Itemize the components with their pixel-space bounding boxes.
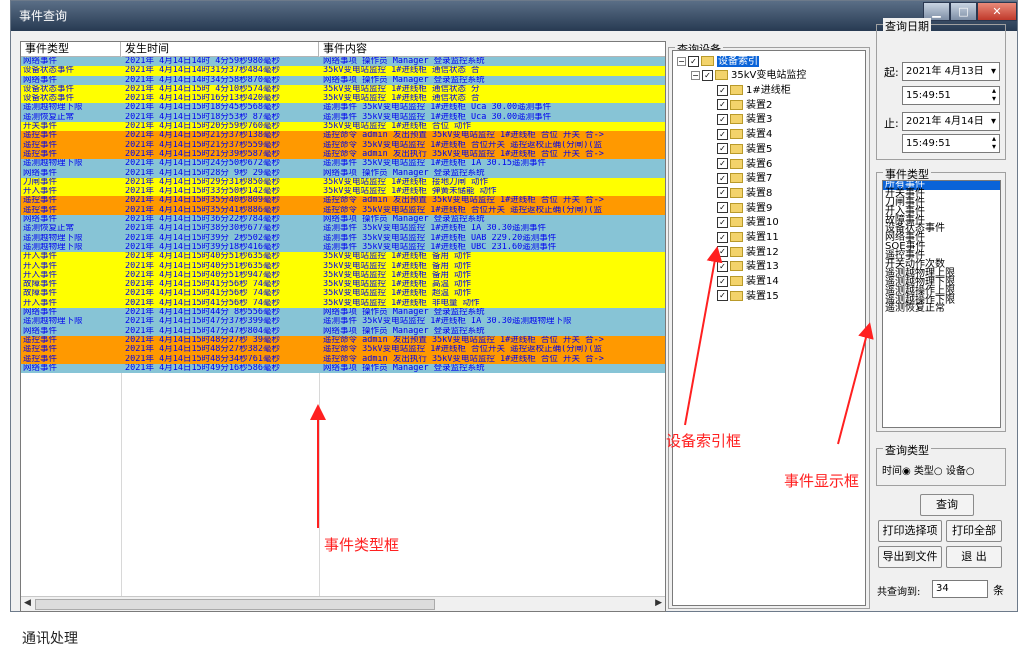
annotation-type-box: 事件类型框 [324,536,400,554]
device-box-arrow [684,246,723,426]
annotation-event-box: 事件显示框 [784,472,860,490]
annotation-arrows [310,246,874,528]
caption-text: 通讯处理 [22,631,78,647]
annotation-device-box: 设备索引框 [666,432,742,450]
event-box-arrow [837,322,874,445]
